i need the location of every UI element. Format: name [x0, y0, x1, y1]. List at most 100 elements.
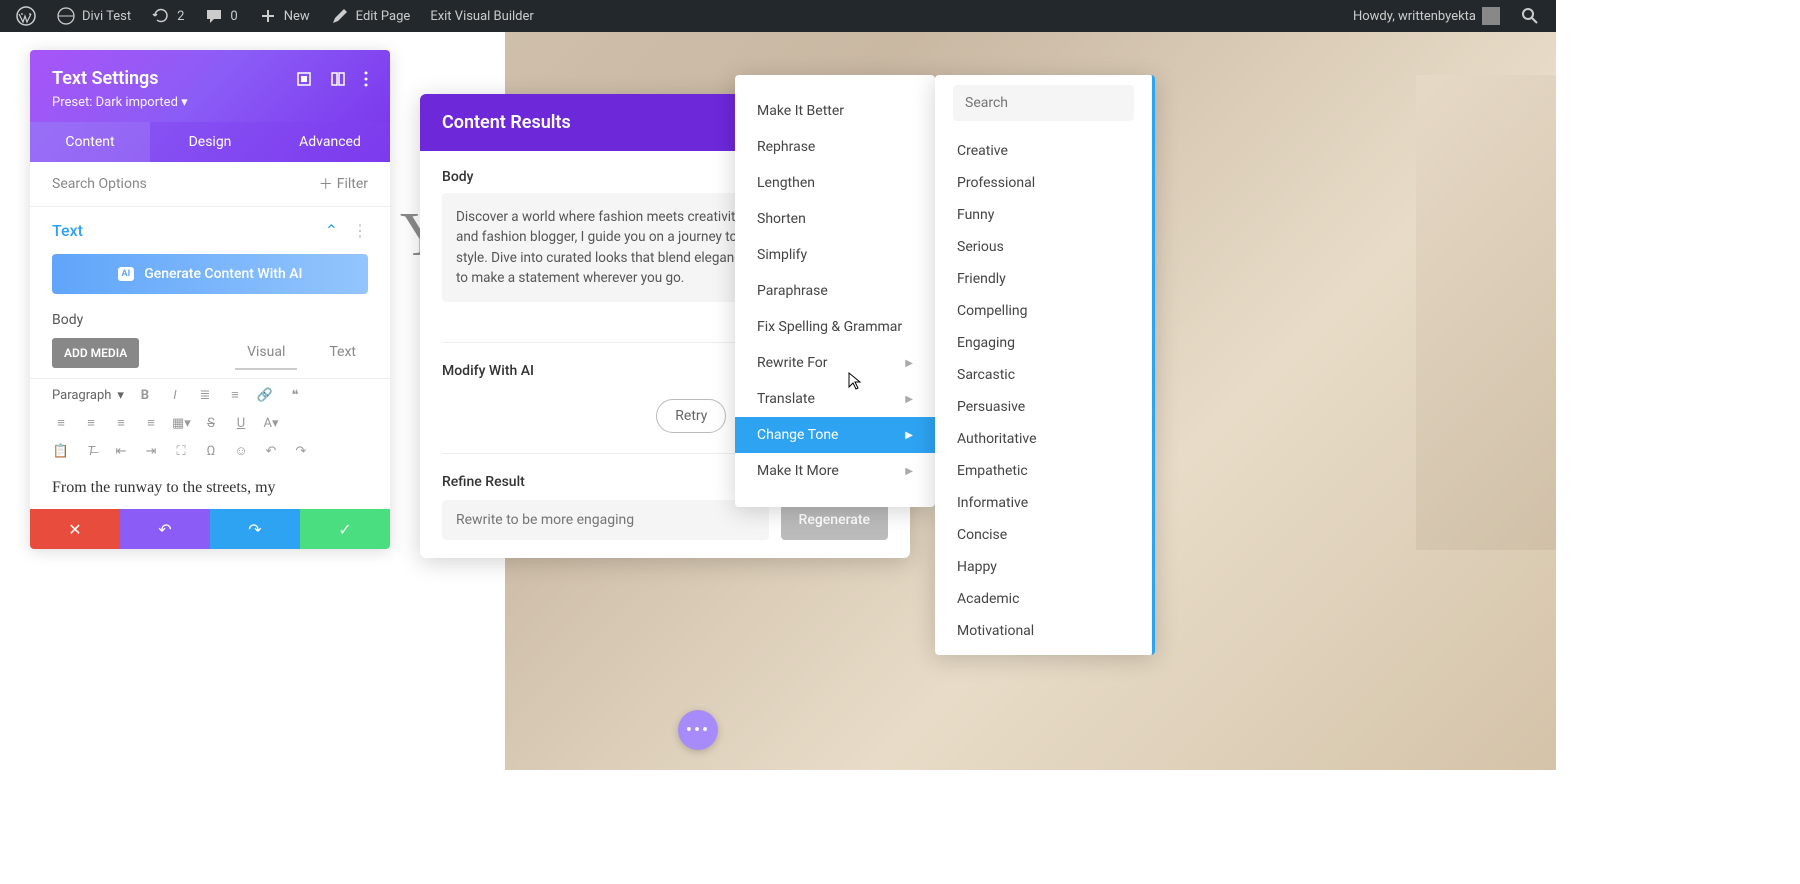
- ai-menu-item-paraphrase[interactable]: Paraphrase: [735, 273, 935, 309]
- wp-logo[interactable]: [8, 0, 44, 32]
- undo-icon[interactable]: ↶: [262, 444, 280, 459]
- cursor-icon: [847, 371, 863, 391]
- refine-input[interactable]: [442, 500, 769, 540]
- preset-label[interactable]: Preset: Dark imported ▾: [52, 95, 368, 110]
- generate-ai-label: Generate Content With AI: [144, 266, 302, 282]
- tone-item-serious[interactable]: Serious: [953, 231, 1134, 263]
- search-icon: [1520, 6, 1540, 26]
- visual-tab[interactable]: Visual: [235, 336, 297, 370]
- plus-icon: [258, 6, 278, 26]
- text-section-header[interactable]: Text ⌃ ⋮: [30, 207, 390, 254]
- generate-ai-button[interactable]: AI Generate Content With AI: [52, 254, 368, 294]
- tone-item-persuasive[interactable]: Persuasive: [953, 391, 1134, 423]
- underline-icon[interactable]: U: [232, 416, 250, 431]
- text-tab[interactable]: Text: [317, 336, 368, 370]
- comments[interactable]: 0: [196, 0, 245, 32]
- ai-menu-item-shorten[interactable]: Shorten: [735, 201, 935, 237]
- site-name[interactable]: Divi Test: [48, 0, 139, 32]
- number-list-icon[interactable]: ≡: [226, 387, 244, 403]
- strike-icon[interactable]: S: [202, 416, 220, 431]
- bullet-list-icon[interactable]: ≣: [196, 388, 214, 403]
- link-icon[interactable]: 🔗: [256, 388, 274, 403]
- retry-button[interactable]: Retry: [656, 399, 726, 433]
- tone-item-happy[interactable]: Happy: [953, 551, 1134, 583]
- change-tone-submenu: CreativeProfessionalFunnySeriousFriendly…: [935, 75, 1155, 655]
- tone-item-informative[interactable]: Informative: [953, 487, 1134, 519]
- ai-menu-item-change-tone[interactable]: Change Tone▶: [735, 417, 935, 453]
- filter-button[interactable]: ＋ Filter: [319, 174, 368, 194]
- ai-menu-item-translate[interactable]: Translate▶: [735, 381, 935, 417]
- table-icon[interactable]: ▦▾: [172, 416, 190, 431]
- indent-icon[interactable]: ⇥: [142, 444, 160, 459]
- settings-header: Text Settings Preset: Dark imported ▾: [30, 50, 390, 122]
- align-justify-icon[interactable]: ≡: [142, 415, 160, 431]
- wp-admin-bar: Divi Test 2 0 New Edit Page Exit Visual …: [0, 0, 1556, 32]
- divi-fab[interactable]: •••: [678, 710, 718, 750]
- expand-icon[interactable]: [296, 71, 312, 87]
- omega-icon[interactable]: Ω: [202, 444, 220, 459]
- ai-menu-item-lengthen[interactable]: Lengthen: [735, 165, 935, 201]
- quote-icon[interactable]: ❝: [286, 388, 304, 403]
- kebab-small-icon[interactable]: ⋮: [352, 221, 368, 240]
- text-color-icon[interactable]: A▾: [262, 416, 280, 431]
- kebab-icon[interactable]: [364, 71, 368, 87]
- tab-advanced[interactable]: Advanced: [270, 122, 390, 162]
- align-left-icon[interactable]: ≡: [52, 415, 70, 431]
- ai-menu-item-fix-spelling-grammar[interactable]: Fix Spelling & Grammar: [735, 309, 935, 345]
- tone-item-engaging[interactable]: Engaging: [953, 327, 1134, 359]
- user-greeting[interactable]: Howdy, writtenbyekta: [1345, 0, 1508, 32]
- align-center-icon[interactable]: ≡: [82, 415, 100, 431]
- search-options-row: Search Options ＋ Filter: [30, 162, 390, 207]
- tone-search-input[interactable]: [953, 85, 1134, 121]
- tab-content[interactable]: Content: [30, 122, 150, 162]
- chevron-up-icon[interactable]: ⌃: [325, 221, 338, 240]
- emoji-icon[interactable]: ☺: [232, 443, 250, 459]
- tone-item-creative[interactable]: Creative: [953, 135, 1134, 167]
- tone-item-academic[interactable]: Academic: [953, 583, 1134, 615]
- search-toggle[interactable]: [1512, 0, 1548, 32]
- editor-toolbar: Paragraph ▾ B I ≣ ≡ 🔗 ❝ ≡ ≡ ≡ ≡ ▦▾ S U A…: [30, 378, 390, 467]
- tone-item-enthusiastic[interactable]: Enthusiastic: [953, 647, 1134, 655]
- tone-item-concise[interactable]: Concise: [953, 519, 1134, 551]
- clear-format-icon[interactable]: T̶: [82, 443, 100, 459]
- ai-menu-item-rewrite-for[interactable]: Rewrite For▶: [735, 345, 935, 381]
- undo-button[interactable]: ↶: [120, 509, 210, 549]
- updates[interactable]: 2: [143, 0, 192, 32]
- tone-item-motivational[interactable]: Motivational: [953, 615, 1134, 647]
- panel-footer: ✕ ↶ ↷ ✓: [30, 509, 390, 549]
- add-media-button[interactable]: ADD MEDIA: [52, 338, 139, 368]
- tone-item-compelling[interactable]: Compelling: [953, 295, 1134, 327]
- paste-icon[interactable]: 📋: [52, 444, 70, 459]
- bold-icon[interactable]: B: [136, 388, 154, 403]
- ai-menu-item-make-it-better[interactable]: Make It Better: [735, 93, 935, 129]
- new-label: New: [284, 9, 310, 24]
- exit-visual-builder[interactable]: Exit Visual Builder: [422, 0, 541, 32]
- tone-item-friendly[interactable]: Friendly: [953, 263, 1134, 295]
- tone-item-professional[interactable]: Professional: [953, 167, 1134, 199]
- save-button[interactable]: ✓: [300, 509, 390, 549]
- tone-item-funny[interactable]: Funny: [953, 199, 1134, 231]
- search-options[interactable]: Search Options: [52, 176, 147, 192]
- fullscreen-icon[interactable]: ⛶: [172, 444, 190, 459]
- site-name-text: Divi Test: [82, 9, 131, 24]
- ai-menu-item-rephrase[interactable]: Rephrase: [735, 129, 935, 165]
- paragraph-select[interactable]: Paragraph ▾: [52, 388, 124, 403]
- avatar: [1482, 7, 1500, 25]
- tone-item-empathetic[interactable]: Empathetic: [953, 455, 1134, 487]
- new-content[interactable]: New: [250, 0, 318, 32]
- tone-item-sarcastic[interactable]: Sarcastic: [953, 359, 1134, 391]
- columns-icon[interactable]: [330, 71, 346, 87]
- tone-item-authoritative[interactable]: Authoritative: [953, 423, 1134, 455]
- edit-page[interactable]: Edit Page: [322, 0, 419, 32]
- editor-content[interactable]: From the runway to the streets, my: [30, 467, 390, 509]
- redo-button[interactable]: ↷: [210, 509, 300, 549]
- cancel-button[interactable]: ✕: [30, 509, 120, 549]
- tab-design[interactable]: Design: [150, 122, 270, 162]
- align-right-icon[interactable]: ≡: [112, 415, 130, 431]
- redo-icon[interactable]: ↷: [292, 444, 310, 459]
- outdent-icon[interactable]: ⇤: [112, 444, 130, 459]
- ai-menu-item-simplify[interactable]: Simplify: [735, 237, 935, 273]
- ai-menu-item-make-it-more[interactable]: Make It More▶: [735, 453, 935, 489]
- edit-page-label: Edit Page: [356, 9, 411, 24]
- italic-icon[interactable]: I: [166, 388, 184, 403]
